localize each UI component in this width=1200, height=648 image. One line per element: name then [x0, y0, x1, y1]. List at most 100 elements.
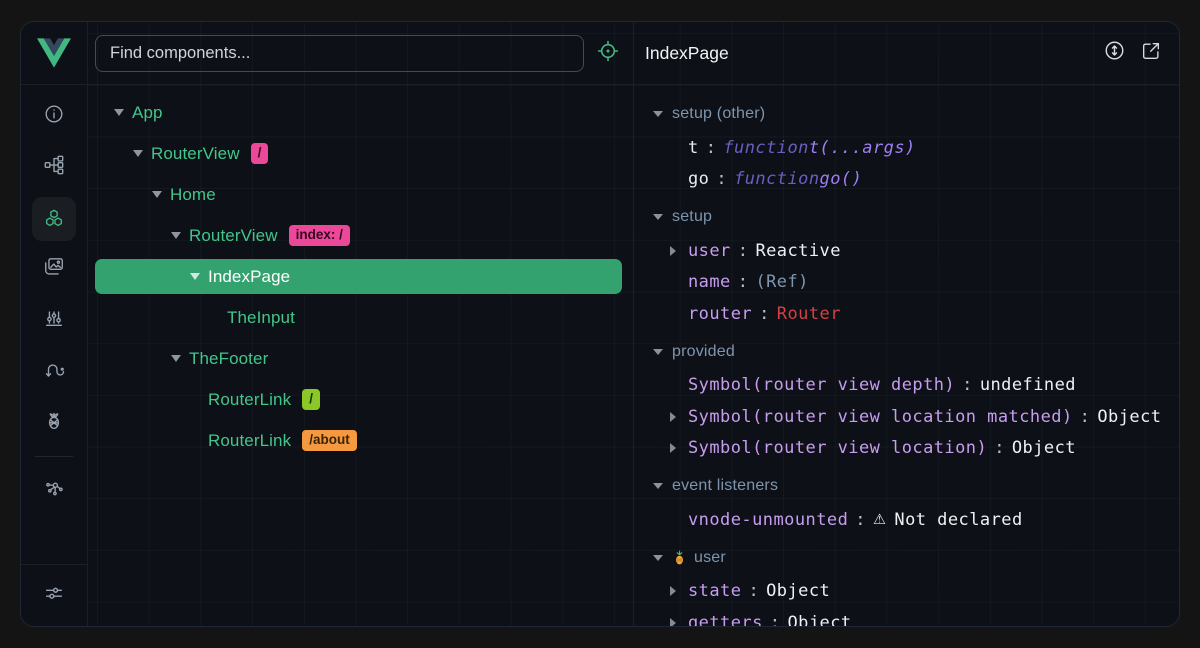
state-entry[interactable]: Symbol(router view location matched) : O…: [634, 401, 1179, 433]
collapse-caret-icon[interactable]: [132, 150, 144, 157]
state-value: (Ref): [755, 272, 808, 292]
section-pinia-user: user state : Object getters : Object: [634, 540, 1179, 627]
collapse-caret-icon: [652, 111, 663, 117]
timeline-icon: [43, 307, 65, 334]
state-entry[interactable]: vnode-unmounted : ⚠ Not declared: [634, 504, 1179, 536]
sidebar-item-component-tree[interactable]: [21, 142, 87, 193]
component-tree-icon: [43, 154, 65, 181]
section-header[interactable]: setup: [634, 199, 1179, 235]
state-entry[interactable]: user : Reactive: [634, 235, 1179, 267]
state-entry[interactable]: t : function t(...args): [634, 132, 1179, 164]
tree-row-routerview[interactable]: RouterView /: [88, 133, 633, 174]
state-key: name: [688, 272, 731, 292]
sidebar-divider: [35, 456, 73, 457]
sidebar-item-graph[interactable]: [21, 465, 87, 516]
section-label: setup (other): [672, 105, 765, 123]
function-keyword: function: [734, 169, 819, 189]
state-key: Symbol(router view location matched): [688, 407, 1073, 427]
collapse-caret-icon[interactable]: [113, 109, 125, 116]
inspector-header: IndexPage: [634, 22, 1179, 85]
scroll-to-component-button[interactable]: [1102, 41, 1126, 65]
state-entry[interactable]: Symbol(router view depth) : undefined: [634, 370, 1179, 402]
open-in-editor-button[interactable]: [1139, 41, 1163, 65]
state-value: Object: [766, 581, 830, 601]
tree-row-routerlink-home[interactable]: RouterLink /: [88, 379, 633, 420]
state-entry[interactable]: name : (Ref): [634, 267, 1179, 299]
collapse-caret-icon: [652, 555, 663, 561]
search-input[interactable]: [95, 35, 584, 72]
sidebar-item-settings[interactable]: [21, 564, 87, 626]
component-name: RouterLink: [208, 390, 291, 410]
section-setup: setup user : Reactive name : (Ref) route…: [634, 199, 1179, 330]
sidebar-item-timeline[interactable]: [21, 295, 87, 346]
route-badge: index: /: [289, 225, 350, 246]
section-label: event listeners: [672, 477, 778, 495]
expand-caret-icon[interactable]: [670, 586, 688, 596]
section-label: setup: [672, 208, 712, 226]
state-entry[interactable]: go : function go(): [634, 164, 1179, 196]
expand-caret-icon[interactable]: [670, 246, 688, 256]
collapse-caret-icon[interactable]: [189, 273, 201, 280]
component-name: App: [132, 103, 163, 123]
settings-icon: [43, 582, 65, 609]
sidebar: [21, 22, 88, 626]
route-badge: /: [302, 389, 320, 410]
state-inspector: setup (other) t : function t(...args) go…: [634, 85, 1179, 626]
component-name: RouterView: [189, 226, 278, 246]
warning-icon: ⚠: [873, 512, 886, 528]
component-name: IndexPage: [208, 267, 290, 287]
expand-caret-icon[interactable]: [670, 412, 688, 422]
tree-row-routerlink-about[interactable]: RouterLink /about: [88, 420, 633, 461]
inspector-panel: IndexPage setup (other): [634, 22, 1179, 626]
section-header[interactable]: event listeners: [634, 468, 1179, 504]
tree-row-thefooter[interactable]: TheFooter: [88, 338, 633, 379]
section-label: user: [694, 549, 726, 567]
route-badge: /: [251, 143, 269, 164]
tree-row-theinput[interactable]: TheInput: [88, 297, 633, 338]
sidebar-item-assets[interactable]: [21, 244, 87, 295]
collapse-caret-icon: [652, 214, 663, 220]
state-value: Object: [1097, 407, 1161, 427]
component-name: TheFooter: [189, 349, 268, 369]
collapse-caret-icon[interactable]: [151, 191, 163, 198]
state-entry[interactable]: state : Object: [634, 576, 1179, 608]
state-key: Symbol(router view depth): [688, 375, 955, 395]
sidebar-item-info[interactable]: [21, 91, 87, 142]
collapse-caret-icon[interactable]: [170, 232, 182, 239]
sidebar-item-router[interactable]: [21, 346, 87, 397]
state-entry[interactable]: getters : Object: [634, 607, 1179, 626]
sidebar-nav: [21, 85, 87, 516]
inspector-title: IndexPage: [645, 43, 729, 64]
collapse-caret-icon: [652, 483, 663, 489]
section-header[interactable]: user: [634, 540, 1179, 576]
vue-logo[interactable]: [21, 22, 87, 85]
open-in-editor-icon: [1140, 40, 1162, 67]
sidebar-item-pinia[interactable]: [21, 397, 87, 448]
section-header[interactable]: provided: [634, 334, 1179, 370]
state-entry[interactable]: router : Router: [634, 298, 1179, 330]
expand-caret-icon[interactable]: [670, 443, 688, 453]
state-value: undefined: [980, 375, 1076, 395]
scroll-to-component-icon: [1103, 39, 1126, 67]
vue-logo-icon: [37, 38, 71, 68]
state-key: getters: [688, 613, 763, 626]
collapse-caret-icon[interactable]: [170, 355, 182, 362]
tree-row-indexpage-selected[interactable]: IndexPage: [95, 259, 622, 294]
route-badge: /about: [302, 430, 357, 451]
expand-caret-icon[interactable]: [670, 618, 688, 626]
section-label: provided: [672, 343, 735, 361]
sidebar-item-components[interactable]: [21, 193, 87, 244]
state-entry[interactable]: Symbol(router view location) : Object: [634, 433, 1179, 465]
function-keyword: function: [723, 138, 808, 158]
state-key: Symbol(router view location): [688, 438, 987, 458]
section-header[interactable]: setup (other): [634, 96, 1179, 132]
tree-row-home[interactable]: Home: [88, 174, 633, 215]
state-value: Router: [777, 304, 841, 324]
pick-component-button[interactable]: [595, 40, 621, 66]
info-icon: [43, 103, 65, 130]
section-setup-other: setup (other) t : function t(...args) go…: [634, 96, 1179, 195]
crosshair-icon: [596, 39, 620, 68]
tree-row-routerview-index[interactable]: RouterView index: /: [88, 215, 633, 256]
tree-row-app[interactable]: App: [88, 92, 633, 133]
router-icon: [43, 358, 65, 385]
